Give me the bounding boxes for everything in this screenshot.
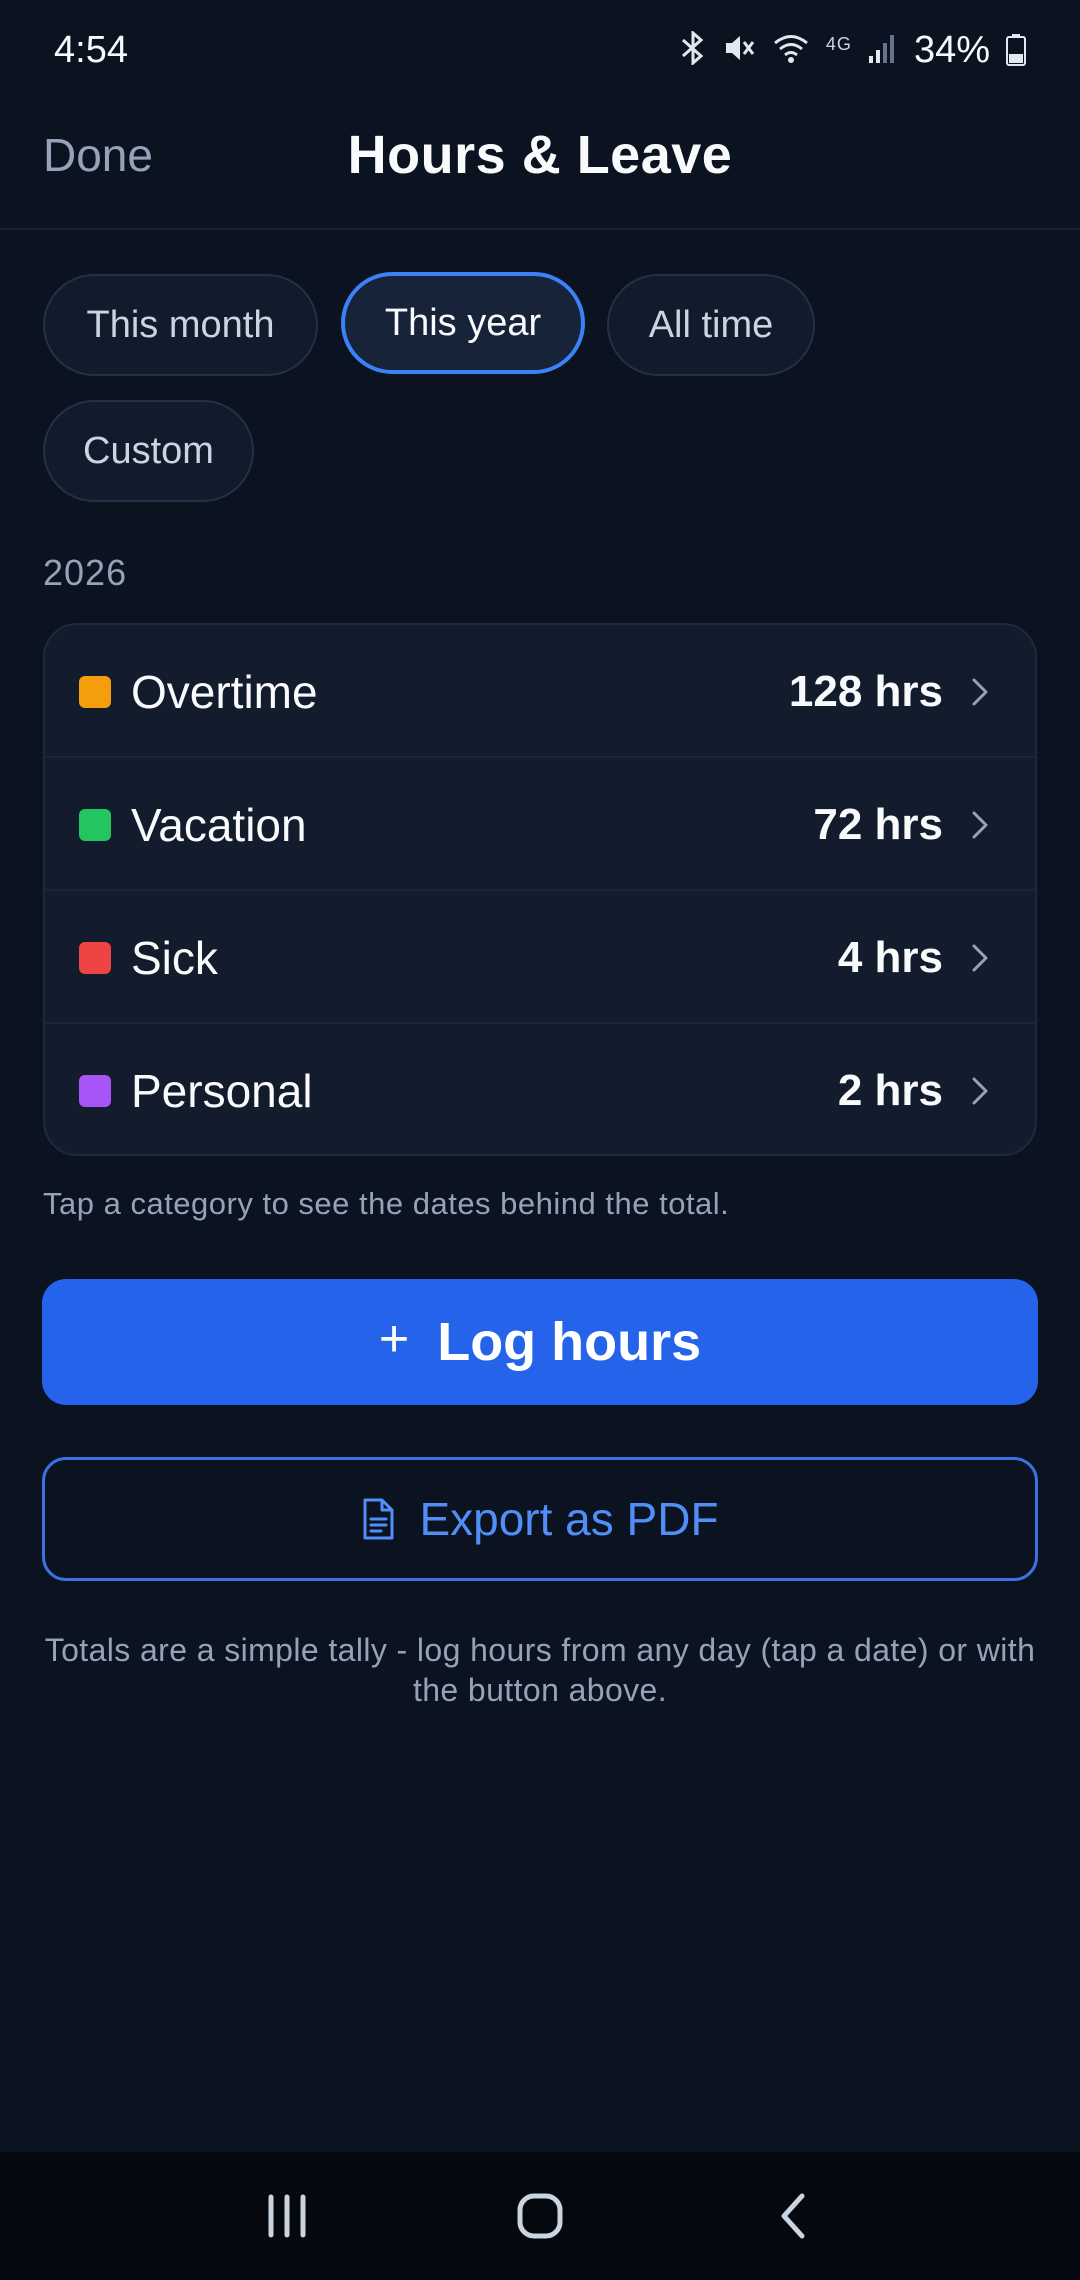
category-row-personal[interactable]: Personal 2 hrs xyxy=(45,1024,1035,1154)
back-icon xyxy=(781,2193,805,2239)
status-time: 4:54 xyxy=(54,28,128,71)
header: Done Hours & Leave xyxy=(0,100,1080,230)
filter-chip-this-year[interactable]: This year xyxy=(341,272,585,374)
wifi-icon xyxy=(772,32,810,69)
log-hours-button[interactable]: + Log hours xyxy=(42,1279,1038,1405)
sick-color-swatch xyxy=(79,942,111,974)
signal-icon xyxy=(868,32,898,69)
category-row-sick[interactable]: Sick 4 hrs xyxy=(45,891,1035,1024)
page-title: Hours & Leave xyxy=(347,125,733,185)
system-nav-bar xyxy=(0,2152,1080,2280)
chevron-right-icon xyxy=(972,811,988,839)
status-bar: 4:54 4G 34% xyxy=(0,0,1080,100)
chevron-right-icon xyxy=(972,678,988,706)
category-total: 128 hrs xyxy=(788,667,943,716)
export-pdf-label: Export as PDF xyxy=(419,1493,719,1545)
filter-chip-custom[interactable]: Custom xyxy=(43,400,254,502)
mute-icon xyxy=(722,31,756,70)
personal-color-swatch xyxy=(79,1075,111,1107)
category-total: 2 hrs xyxy=(837,1066,943,1115)
category-total: 4 hrs xyxy=(837,933,943,982)
document-icon xyxy=(363,1498,394,1540)
lte-icon: 4G xyxy=(825,33,852,54)
plus-icon: + xyxy=(378,1310,410,1368)
category-hint: Tap a category to see the dates behind t… xyxy=(43,1186,730,1221)
home-button[interactable] xyxy=(500,2176,580,2256)
filter-chip-all-time[interactable]: All time xyxy=(607,274,815,376)
recent-apps-button[interactable] xyxy=(247,2176,327,2256)
bluetooth-icon xyxy=(680,29,706,70)
category-row-overtime[interactable]: Overtime 128 hrs xyxy=(45,625,1035,758)
status-icons: 4G 34% xyxy=(680,29,1026,72)
category-row-vacation[interactable]: Vacation 72 hrs xyxy=(45,758,1035,891)
vacation-color-swatch xyxy=(79,809,111,841)
chevron-right-icon xyxy=(972,1077,988,1105)
category-label: Sick xyxy=(131,932,218,984)
period-label: 2026 xyxy=(43,552,128,593)
category-total: 72 hrs xyxy=(813,800,943,849)
hours-leave-screen: 4:54 4G 34% Done Hours & Leave This mont… xyxy=(0,0,1080,2280)
log-hours-label: Log hours xyxy=(437,1312,702,1372)
footnote: Totals are a simple tally - log hours fr… xyxy=(44,1632,1036,1708)
category-label: Overtime xyxy=(131,666,318,718)
filter-chip-this-month[interactable]: This month xyxy=(43,274,318,376)
battery-icon xyxy=(1006,34,1026,66)
category-label: Personal xyxy=(131,1065,313,1117)
overtime-color-swatch xyxy=(79,676,111,708)
category-label: Vacation xyxy=(131,799,307,851)
recent-apps-icon xyxy=(268,2194,306,2238)
home-icon xyxy=(517,2193,563,2239)
category-list: Overtime 128 hrs Vacation 72 hrs Sick 4 … xyxy=(43,623,1037,1156)
back-button[interactable] xyxy=(753,2176,833,2256)
battery-percent: 34% xyxy=(913,28,990,71)
export-pdf-button[interactable]: Export as PDF xyxy=(42,1457,1038,1581)
chevron-right-icon xyxy=(972,944,988,972)
